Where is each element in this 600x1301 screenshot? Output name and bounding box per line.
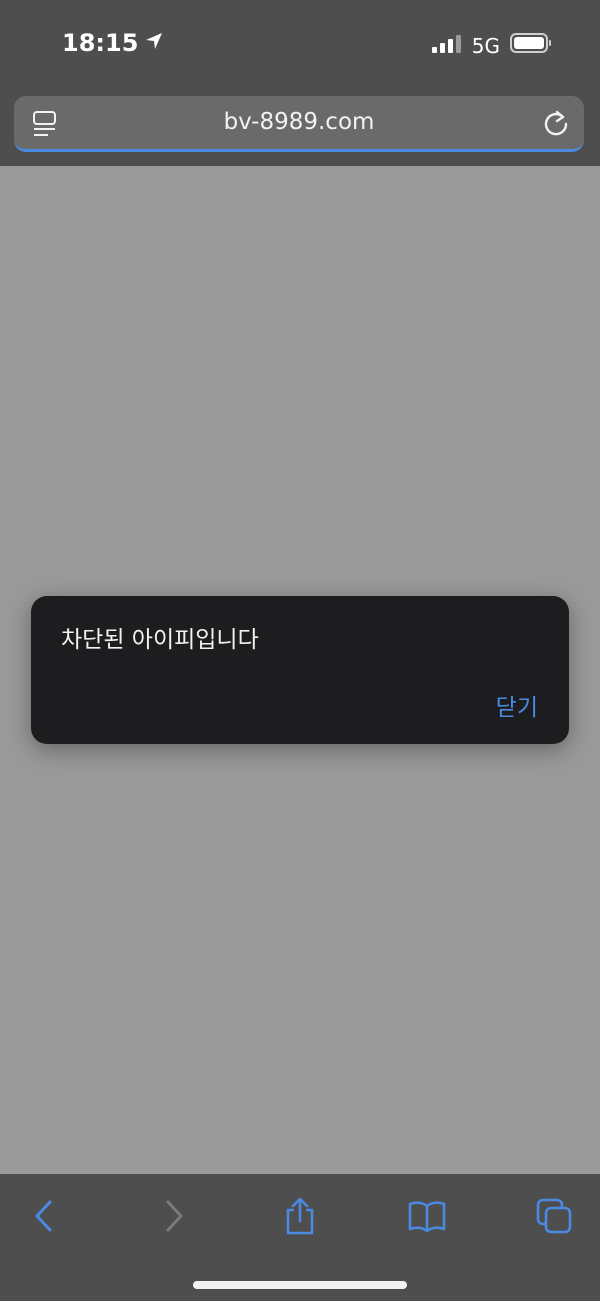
battery-icon (510, 33, 552, 58)
tabs-icon (535, 1197, 573, 1239)
close-button[interactable]: 닫기 (496, 688, 538, 722)
url-text[interactable]: bv-8989.com (14, 109, 584, 135)
bookmarks-button[interactable] (405, 1196, 449, 1240)
share-button[interactable] (278, 1196, 322, 1240)
alert-message: 차단된 아이피입니다 (61, 627, 259, 653)
bookmarks-icon (407, 1199, 447, 1237)
bottom-toolbar (0, 1174, 600, 1301)
signal-icon (431, 34, 462, 58)
status-bar: 18:15 5G (0, 0, 600, 90)
forward-icon (162, 1199, 186, 1237)
status-time-group: 18:15 (62, 29, 164, 57)
browser-top-chrome: 18:15 5G bv-8989.com (0, 0, 600, 166)
reload-icon[interactable] (542, 109, 570, 141)
home-indicator (193, 1281, 407, 1289)
back-button[interactable] (22, 1196, 66, 1240)
share-icon (283, 1196, 317, 1240)
status-right-group: 5G (431, 33, 552, 58)
forward-button[interactable] (152, 1196, 196, 1240)
tabs-button[interactable] (532, 1196, 576, 1240)
network-type: 5G (471, 33, 500, 58)
status-time: 18:15 (62, 29, 139, 57)
address-bar[interactable]: bv-8989.com (14, 96, 584, 152)
back-icon (32, 1199, 56, 1237)
location-arrow-icon (144, 29, 164, 57)
alert-dialog: 차단된 아이피입니다 닫기 (31, 596, 569, 744)
